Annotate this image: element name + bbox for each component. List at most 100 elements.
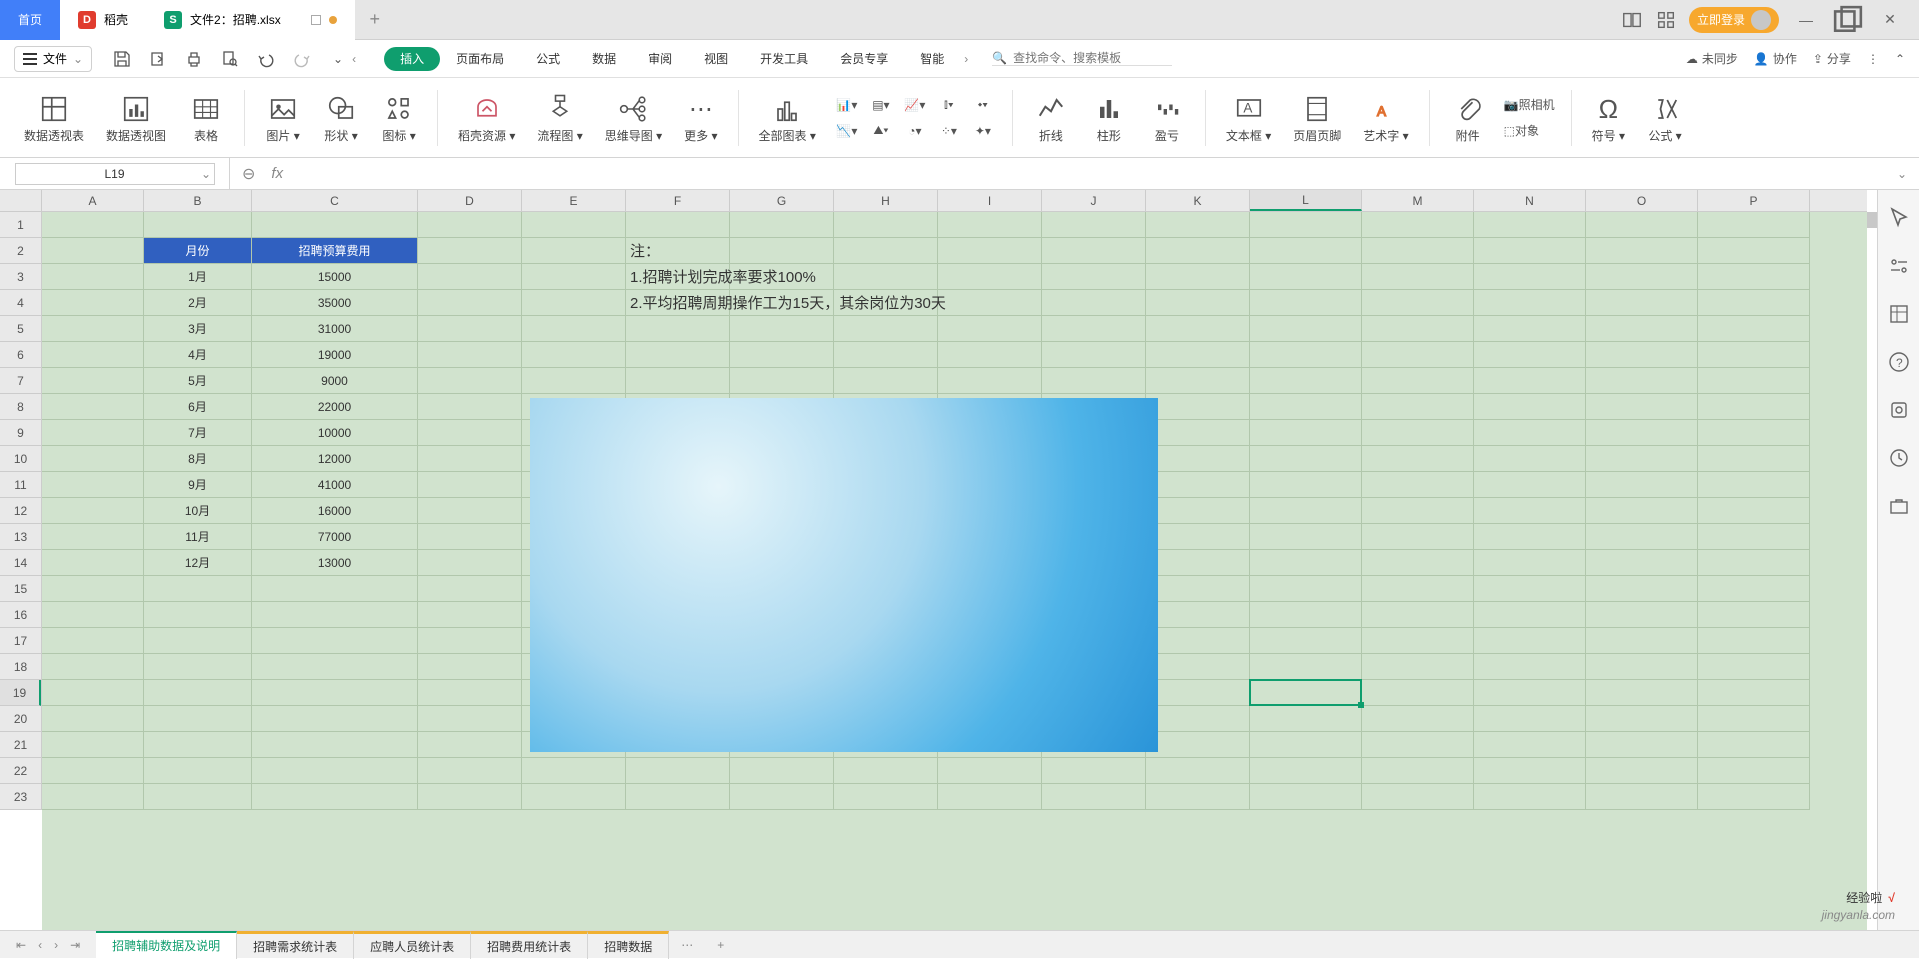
cell[interactable] [418,394,522,420]
cell[interactable] [1586,290,1698,316]
cell[interactable] [626,758,730,784]
cell[interactable] [252,784,418,810]
cell[interactable] [1042,316,1146,342]
cell[interactable]: 12月 [144,550,252,576]
cell[interactable] [1362,784,1474,810]
cell[interactable] [1362,446,1474,472]
cell[interactable] [1698,654,1810,680]
cell[interactable] [144,706,252,732]
cell[interactable] [1586,212,1698,238]
cell[interactable] [418,212,522,238]
chevron-down-icon[interactable]: ⌄ [201,167,211,181]
cell[interactable] [42,576,144,602]
vertical-split-grip[interactable] [1867,212,1877,228]
row-header-9[interactable]: 9 [0,420,41,446]
cell[interactable] [1586,472,1698,498]
qat-more-icon[interactable]: ⌄ [328,49,348,69]
ribbon-dao-resource[interactable]: 稻壳资源 ▾ [450,83,523,153]
cell[interactable] [938,212,1042,238]
menu-tab-smart[interactable]: 智能 [904,40,960,78]
cell[interactable] [1362,732,1474,758]
cell[interactable] [1474,654,1586,680]
cell[interactable] [418,472,522,498]
cell[interactable] [418,342,522,368]
cell[interactable] [252,212,418,238]
col-header-E[interactable]: E [522,190,626,211]
cell[interactable] [1146,784,1250,810]
cell[interactable] [1586,420,1698,446]
collapse-ribbon-icon[interactable]: ⌃ [1895,52,1905,66]
cell[interactable] [1586,368,1698,394]
cell[interactable] [418,498,522,524]
cell[interactable] [1474,342,1586,368]
more-menu-icon[interactable]: ⋮ [1867,52,1879,66]
cell[interactable]: 注： [626,238,730,264]
cell[interactable] [834,238,938,264]
cell[interactable] [1146,550,1250,576]
row-header-13[interactable]: 13 [0,524,41,550]
cell[interactable] [938,264,1042,290]
cell[interactable] [418,238,522,264]
cell[interactable] [144,576,252,602]
cell[interactable] [1698,394,1810,420]
ribbon-sparkline-col[interactable]: 柱形 [1083,83,1135,153]
camera-icon[interactable]: 📷 照相机 [1504,95,1555,115]
sheet-tab-active[interactable]: 招聘辅助数据及说明 [96,931,237,959]
cell[interactable] [1250,550,1362,576]
cell[interactable] [42,550,144,576]
cell[interactable] [42,394,144,420]
cell[interactable] [1250,498,1362,524]
cell[interactable] [1362,706,1474,732]
cell[interactable] [1586,342,1698,368]
cell[interactable] [1362,420,1474,446]
cell[interactable] [252,680,418,706]
cell[interactable] [522,342,626,368]
cell[interactable] [1698,446,1810,472]
ribbon-flowchart[interactable]: 流程图 ▾ [529,83,590,153]
cell[interactable] [1474,368,1586,394]
row-header-19[interactable]: 19 [0,680,41,706]
cell[interactable] [42,264,144,290]
cell[interactable] [1362,654,1474,680]
cell[interactable]: 31000 [252,316,418,342]
cell[interactable] [42,212,144,238]
cell[interactable] [626,212,730,238]
chart-pie-icon[interactable]: ◔▾ [902,121,928,141]
row-header-2[interactable]: 2 [0,238,41,264]
sheet-add-icon[interactable]: + [705,938,736,952]
cell[interactable] [1698,628,1810,654]
cell[interactable] [1698,238,1810,264]
sheet-nav-first-icon[interactable]: ⇤ [16,938,26,952]
menu-nav-right[interactable]: › [960,52,972,66]
cell[interactable] [1250,758,1362,784]
cell[interactable] [1146,368,1250,394]
cell[interactable] [144,628,252,654]
cell[interactable]: 8月 [144,446,252,472]
cell[interactable] [938,316,1042,342]
cell[interactable] [1586,732,1698,758]
row-header-22[interactable]: 22 [0,758,41,784]
cell[interactable] [1586,446,1698,472]
cell[interactable] [1474,602,1586,628]
cell[interactable] [418,732,522,758]
share-button[interactable]: ⇪分享 [1813,50,1851,67]
cell[interactable] [522,290,626,316]
col-header-D[interactable]: D [418,190,522,211]
cell[interactable]: 5月 [144,368,252,394]
cell[interactable] [1250,628,1362,654]
cell[interactable] [834,368,938,394]
sheet-tab-3[interactable]: 招聘费用统计表 [471,931,588,959]
tab-size-icon[interactable] [311,15,321,25]
cell[interactable] [1586,758,1698,784]
cell[interactable] [252,602,418,628]
menu-nav-left[interactable]: ‹ [348,52,360,66]
style-icon[interactable] [1887,398,1911,422]
cell[interactable] [418,784,522,810]
cell[interactable] [42,680,144,706]
cell[interactable] [1362,472,1474,498]
cell[interactable] [418,524,522,550]
col-header-A[interactable]: A [42,190,144,211]
cell[interactable] [252,732,418,758]
cell[interactable] [144,602,252,628]
cell[interactable]: 7月 [144,420,252,446]
